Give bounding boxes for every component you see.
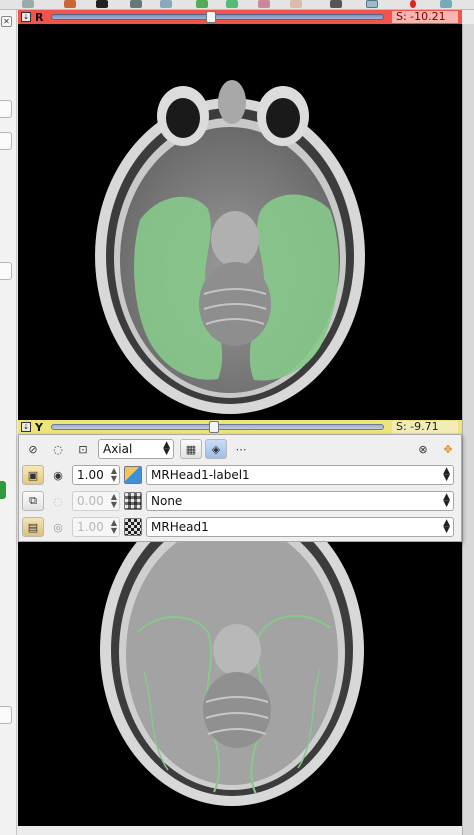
volume-icon[interactable] <box>258 0 270 8</box>
label-map-icon[interactable] <box>124 466 142 484</box>
background-layer-row: ▤ ◎ 1.00 ▲ ▼ MRHead1 ▲ ▼ <box>19 514 463 540</box>
crosshair-icon[interactable]: ✥ <box>437 439 459 459</box>
layer-visibility-toggle-icon[interactable]: ▤ <box>22 517 44 537</box>
updown-arrows-icon[interactable]: ▲ ▼ <box>111 493 117 509</box>
screenshot-icon[interactable] <box>226 0 238 8</box>
updown-arrows-icon[interactable]: ▲ ▼ <box>111 519 117 535</box>
view-icon[interactable] <box>160 0 172 8</box>
updown-arrows-icon: ▲ ▼ <box>443 518 450 535</box>
fit-to-window-icon[interactable]: ⊡ <box>72 439 94 459</box>
layer-visibility-toggle-icon[interactable]: ▣ <box>22 465 44 485</box>
data-icon[interactable] <box>64 0 76 8</box>
slice-offset-slider[interactable] <box>51 11 384 23</box>
foreground-volume-icon[interactable] <box>124 492 142 510</box>
orientation-select[interactable]: Axial ▲ ▼ <box>98 439 174 459</box>
updown-arrows-icon: ▲ ▼ <box>163 440 170 457</box>
background-volume-icon[interactable] <box>124 518 142 536</box>
red-slice-bar: ⇣ R S: -10.21 <box>18 10 462 24</box>
eye-icon[interactable]: ◉ <box>47 465 69 485</box>
volume-select[interactable]: None ▲ ▼ <box>146 491 454 511</box>
tools-icon[interactable] <box>290 0 302 8</box>
yellow-slice-bar: ⇣ Y S: -9.71 <box>18 420 462 434</box>
opacity-value: 0.00 <box>77 494 104 508</box>
opacity-value: 1.00 <box>77 520 104 534</box>
volume-name: MRHead1-label1 <box>151 468 250 482</box>
link-toggle-icon[interactable]: ⊗ <box>412 439 434 459</box>
slider-handle[interactable] <box>209 421 219 433</box>
mouse-mode-icon[interactable] <box>366 0 378 8</box>
opacity-spinbox[interactable]: 1.00 ▲ ▼ <box>72 465 120 485</box>
panel-field[interactable] <box>0 706 12 724</box>
updown-arrows-icon: ▲ ▼ <box>443 492 450 509</box>
fiducial-icon[interactable] <box>410 0 416 8</box>
slice-offset-slider[interactable] <box>51 421 384 433</box>
ruler-icon[interactable] <box>440 0 452 8</box>
panel-field[interactable] <box>0 132 12 150</box>
layer-visibility-toggle-icon[interactable]: ⧉ <box>22 491 44 511</box>
volume-name: MRHead1 <box>151 520 209 534</box>
view-label: R <box>35 10 44 24</box>
label-layer-row: ▣ ◉ 1.00 ▲ ▼ MRHead1-label1 ▲ ▼ <box>19 462 463 488</box>
slice-model-icon[interactable]: ◈ <box>205 439 227 459</box>
module-panel: ✕ <box>0 10 17 835</box>
view-label: Y <box>35 420 43 434</box>
brain-icon[interactable] <box>196 0 208 8</box>
layout-icon[interactable]: ▦ <box>180 439 202 459</box>
orientation-value: Axial <box>103 442 133 456</box>
red-slice-view[interactable] <box>18 24 462 420</box>
panel-field[interactable] <box>0 262 12 280</box>
scrollbar[interactable] <box>462 24 474 835</box>
module-icon[interactable] <box>22 0 34 8</box>
opacity-value: 1.00 <box>77 468 104 482</box>
controller-toolbar: ⊘ ◌ ⊡ Axial ▲ ▼ ▦ ◈ ⋯ ⊗ ✥ <box>19 436 463 462</box>
main-toolbar <box>0 0 474 10</box>
link-icon[interactable]: ⊘ <box>22 439 44 459</box>
eye-icon[interactable]: ◌ <box>47 491 69 511</box>
yellow-slice-view[interactable] <box>18 542 462 826</box>
foreground-layer-row: ⧉ ◌ 0.00 ▲ ▼ None ▲ ▼ <box>19 488 463 514</box>
more-icon[interactable]: ⋯ <box>230 439 252 459</box>
axial-mri-image <box>18 24 462 420</box>
slice-controller-panel: ⊘ ◌ ⊡ Axial ▲ ▼ ▦ ◈ ⋯ ⊗ ✥ ▣ ◉ 1.00 ▲ ▼ MRH… <box>18 434 462 542</box>
grid-icon[interactable] <box>130 0 142 8</box>
eye-icon[interactable]: ◎ <box>47 517 69 537</box>
chart-icon[interactable] <box>96 0 108 8</box>
volume-select[interactable]: MRHead1 ▲ ▼ <box>146 517 454 537</box>
slider-handle[interactable] <box>206 11 216 23</box>
updown-arrows-icon: ▲ ▼ <box>443 466 450 483</box>
opacity-spinbox[interactable]: 0.00 ▲ ▼ <box>72 491 120 511</box>
updown-arrows-icon[interactable]: ▲ ▼ <box>111 467 117 483</box>
opacity-spinbox[interactable]: 1.00 ▲ ▼ <box>72 517 120 537</box>
panel-field[interactable] <box>0 100 12 118</box>
slicer-window: ✕ ⇣ R S: -10.21 ⇣ Y S: -9.71 ⊘ ◌ ⊡ Axial… <box>0 0 474 835</box>
slice-offset-value[interactable]: S: -10.21 <box>392 11 458 23</box>
axial-mri-image <box>18 542 462 826</box>
pin-icon[interactable]: ⇣ <box>21 12 31 22</box>
panel-apply-button[interactable] <box>0 481 6 499</box>
close-icon[interactable]: ✕ <box>1 16 12 27</box>
slice-offset-value[interactable]: S: -9.71 <box>392 421 458 433</box>
volume-select[interactable]: MRHead1-label1 ▲ ▼ <box>146 465 454 485</box>
volume-name: None <box>151 494 183 508</box>
eye-outline-icon[interactable]: ◌ <box>47 439 69 459</box>
pin-icon[interactable]: ⇣ <box>21 422 31 432</box>
layout-icon[interactable] <box>330 0 342 8</box>
